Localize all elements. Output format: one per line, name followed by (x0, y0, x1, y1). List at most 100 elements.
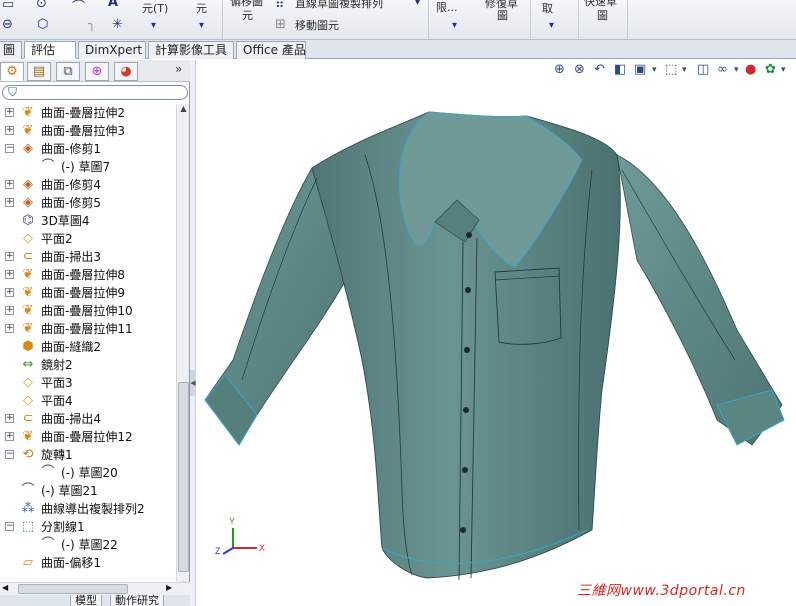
expand-icon[interactable]: + (5, 414, 14, 423)
polygon-tool-icon[interactable]: ⬡ (37, 17, 48, 32)
tree-item[interactable]: ⬢ 曲面-縫織2 (0, 338, 176, 356)
expand-icon[interactable]: + (5, 306, 14, 315)
bottom-tabs: 模型 動作研究 (0, 595, 190, 606)
ribbon-btn-quick-sketch[interactable]: 快速草 (584, 0, 617, 8)
chevron-right-icon[interactable]: » (175, 62, 182, 76)
tree-item[interactable]: ⌬ 3D草圖4 (0, 212, 176, 230)
display-manager-tab-icon[interactable]: ◕ (114, 62, 138, 81)
tree-item[interactable]: ⌒ (-) 草圖20 (0, 464, 176, 482)
fillet-tool-icon[interactable]: ╮ (88, 17, 96, 32)
expand-icon[interactable]: + (5, 108, 14, 117)
tab-motion-study[interactable]: 動作研究 (110, 595, 164, 606)
scroll-right-icon[interactable]: ▶ (166, 583, 172, 592)
chevron-down-icon[interactable]: ▾ (452, 20, 457, 31)
triad-y-label: Y (229, 516, 235, 526)
expand-icon[interactable]: + (5, 252, 14, 261)
curve-pattern-icon: ⁂ (21, 501, 35, 516)
tree-item[interactable]: ⇔ 鏡射2 (0, 356, 176, 374)
text-tool-icon[interactable]: A (108, 0, 118, 10)
knit-surface-icon: ⬢ (22, 339, 34, 354)
chevron-down-icon[interactable]: ▾ (151, 20, 156, 31)
tree-item[interactable]: + ❦ 曲面-疊層拉伸10 (0, 302, 176, 320)
tab-model[interactable]: 模型 (70, 595, 102, 606)
tree-item[interactable]: ⁂ 曲線導出複製排列2 (0, 500, 176, 518)
shirt-model[interactable]: Y X Z (197, 60, 796, 606)
ribbon-btn-move[interactable]: 移動圖元 (295, 20, 339, 32)
tree-vertical-scrollbar[interactable]: ▲ ▼ (176, 104, 189, 592)
tab-sketch[interactable]: 圖 (0, 41, 22, 59)
panel-splitter[interactable]: ◀ (190, 60, 196, 606)
tree-item-label: 曲面-疊層拉伸8 (41, 268, 125, 282)
chevron-down-icon[interactable]: ▾ (549, 20, 554, 31)
tree-item-label: 曲面-掃出4 (41, 412, 101, 426)
collapse-icon[interactable]: − (5, 450, 14, 459)
tree-item[interactable]: ◇ 平面3 (0, 374, 176, 392)
slot-tool-icon[interactable]: ⊖ (2, 17, 13, 32)
tab-dimxpert[interactable]: DimXpert (78, 41, 146, 59)
expand-icon[interactable]: + (5, 324, 14, 333)
linear-pattern-icon[interactable]: ⠿ (275, 0, 285, 12)
ribbon-btn-relations[interactable]: 限... (436, 2, 458, 14)
tree-item[interactable]: + ❦ 曲面-疊層拉伸11 (0, 320, 176, 338)
watermark-text: 三維网www.3dportal.cn (577, 583, 746, 599)
expand-icon[interactable]: + (5, 180, 14, 189)
ribbon-btn-offset[interactable]: 偏移圖 (230, 0, 263, 8)
sketch-icon: ⌒ (41, 159, 55, 174)
tree-item[interactable]: + ❦ 曲面-疊層拉伸8 (0, 266, 176, 284)
expand-icon[interactable]: + (5, 270, 14, 279)
tree-item[interactable]: + ◈ 曲面-修剪4 (0, 176, 176, 194)
expand-icon[interactable]: + (5, 126, 14, 135)
tree-item[interactable]: + ❦ 曲面-疊層拉伸9 (0, 284, 176, 302)
feature-manager-tab-icon[interactable]: ⚙ (0, 62, 24, 81)
point-tool-icon[interactable]: ✳ (112, 17, 123, 32)
tree-item[interactable]: ⌒ (-) 草圖21 (0, 482, 176, 500)
tab-evaluate[interactable]: 評估 (24, 41, 76, 59)
ribbon-btn-rapid[interactable]: 取 (542, 3, 553, 15)
tree-item[interactable]: ◇ 平面4 (0, 392, 176, 410)
ribbon-btn-trim[interactable]: 元 (196, 3, 207, 15)
tree-item[interactable]: ▱ 曲面-偏移1 (0, 554, 176, 572)
expand-icon[interactable]: + (5, 288, 14, 297)
tree-item[interactable]: + ❦ 曲面-疊層拉伸3 (0, 122, 176, 140)
tree-item[interactable]: + ❦ 曲面-疊層拉伸12 (0, 428, 176, 446)
configuration-manager-tab-icon[interactable]: ⧉ (56, 62, 80, 81)
collapse-handle-icon[interactable]: ◀ (190, 370, 196, 396)
ribbon-btn-linear-pattern[interactable]: 直線草圖複製排列 (295, 0, 383, 10)
loft-surface-icon: ❦ (22, 303, 34, 318)
ribbon-btn-convert[interactable]: 元(T) (142, 3, 168, 15)
tree-item[interactable]: − ◈ 曲面-修剪1 (0, 140, 176, 158)
scroll-thumb[interactable] (178, 382, 189, 572)
graphics-area[interactable]: ⊕ ⊗ ↶ ◧ ▣ ▾ ⬚ ▾ ◫ ∞ ▾ ● ✿ ▾ Y X Z 三維网www… (197, 60, 796, 606)
property-manager-tab-icon[interactable]: ▤ (27, 62, 51, 81)
scroll-left-icon[interactable]: ◀ (2, 583, 8, 592)
dimxpert-manager-tab-icon[interactable]: ⊕ (85, 62, 109, 81)
expand-icon[interactable]: + (5, 198, 14, 207)
plane-icon: ◇ (23, 393, 33, 408)
scroll-up-icon[interactable]: ▲ (178, 104, 189, 116)
collapse-icon[interactable]: − (5, 144, 14, 153)
chevron-down-icon[interactable]: ▾ (415, 0, 420, 8)
circle-tool-icon[interactable]: ⊙ (36, 0, 47, 11)
chevron-down-icon[interactable]: ▾ (199, 20, 204, 31)
tree-item[interactable]: + ◈ 曲面-修剪5 (0, 194, 176, 212)
tree-item[interactable]: + ❦ 曲面-疊層拉伸2 (0, 104, 176, 122)
arc-tool-icon[interactable]: ⌒ (72, 0, 85, 15)
expand-icon[interactable]: + (5, 432, 14, 441)
collapse-icon[interactable]: − (5, 522, 14, 531)
tree-item[interactable]: − ⟲ 旋轉1 (0, 446, 176, 464)
scroll-thumb[interactable] (18, 584, 128, 594)
tree-item[interactable]: ◇ 平面2 (0, 230, 176, 248)
tree-item[interactable]: + ⊂ 曲面-掃出4 (0, 410, 176, 428)
tab-office-products[interactable]: Office 產品 (236, 41, 306, 59)
move-entities-icon[interactable]: ⊞ (275, 17, 286, 32)
ribbon-divider (222, 0, 223, 39)
rectangle-tool-icon[interactable]: ▭ (2, 0, 14, 12)
tree-item-label: 曲面-疊層拉伸9 (41, 286, 125, 300)
tree-item[interactable]: ⌒ (-) 草圖7 (0, 158, 176, 176)
tree-item-label: 曲面-修剪5 (41, 196, 101, 210)
tree-item[interactable]: − ⬚ 分割線1 (0, 518, 176, 536)
tree-item[interactable]: ⌒ (-) 草圖22 (0, 536, 176, 554)
filter-input[interactable]: ⛉ (2, 85, 188, 100)
tree-item[interactable]: + ⊂ 曲面-掃出3 (0, 248, 176, 266)
tab-image-tools[interactable]: 計算影像工具 (148, 41, 234, 59)
